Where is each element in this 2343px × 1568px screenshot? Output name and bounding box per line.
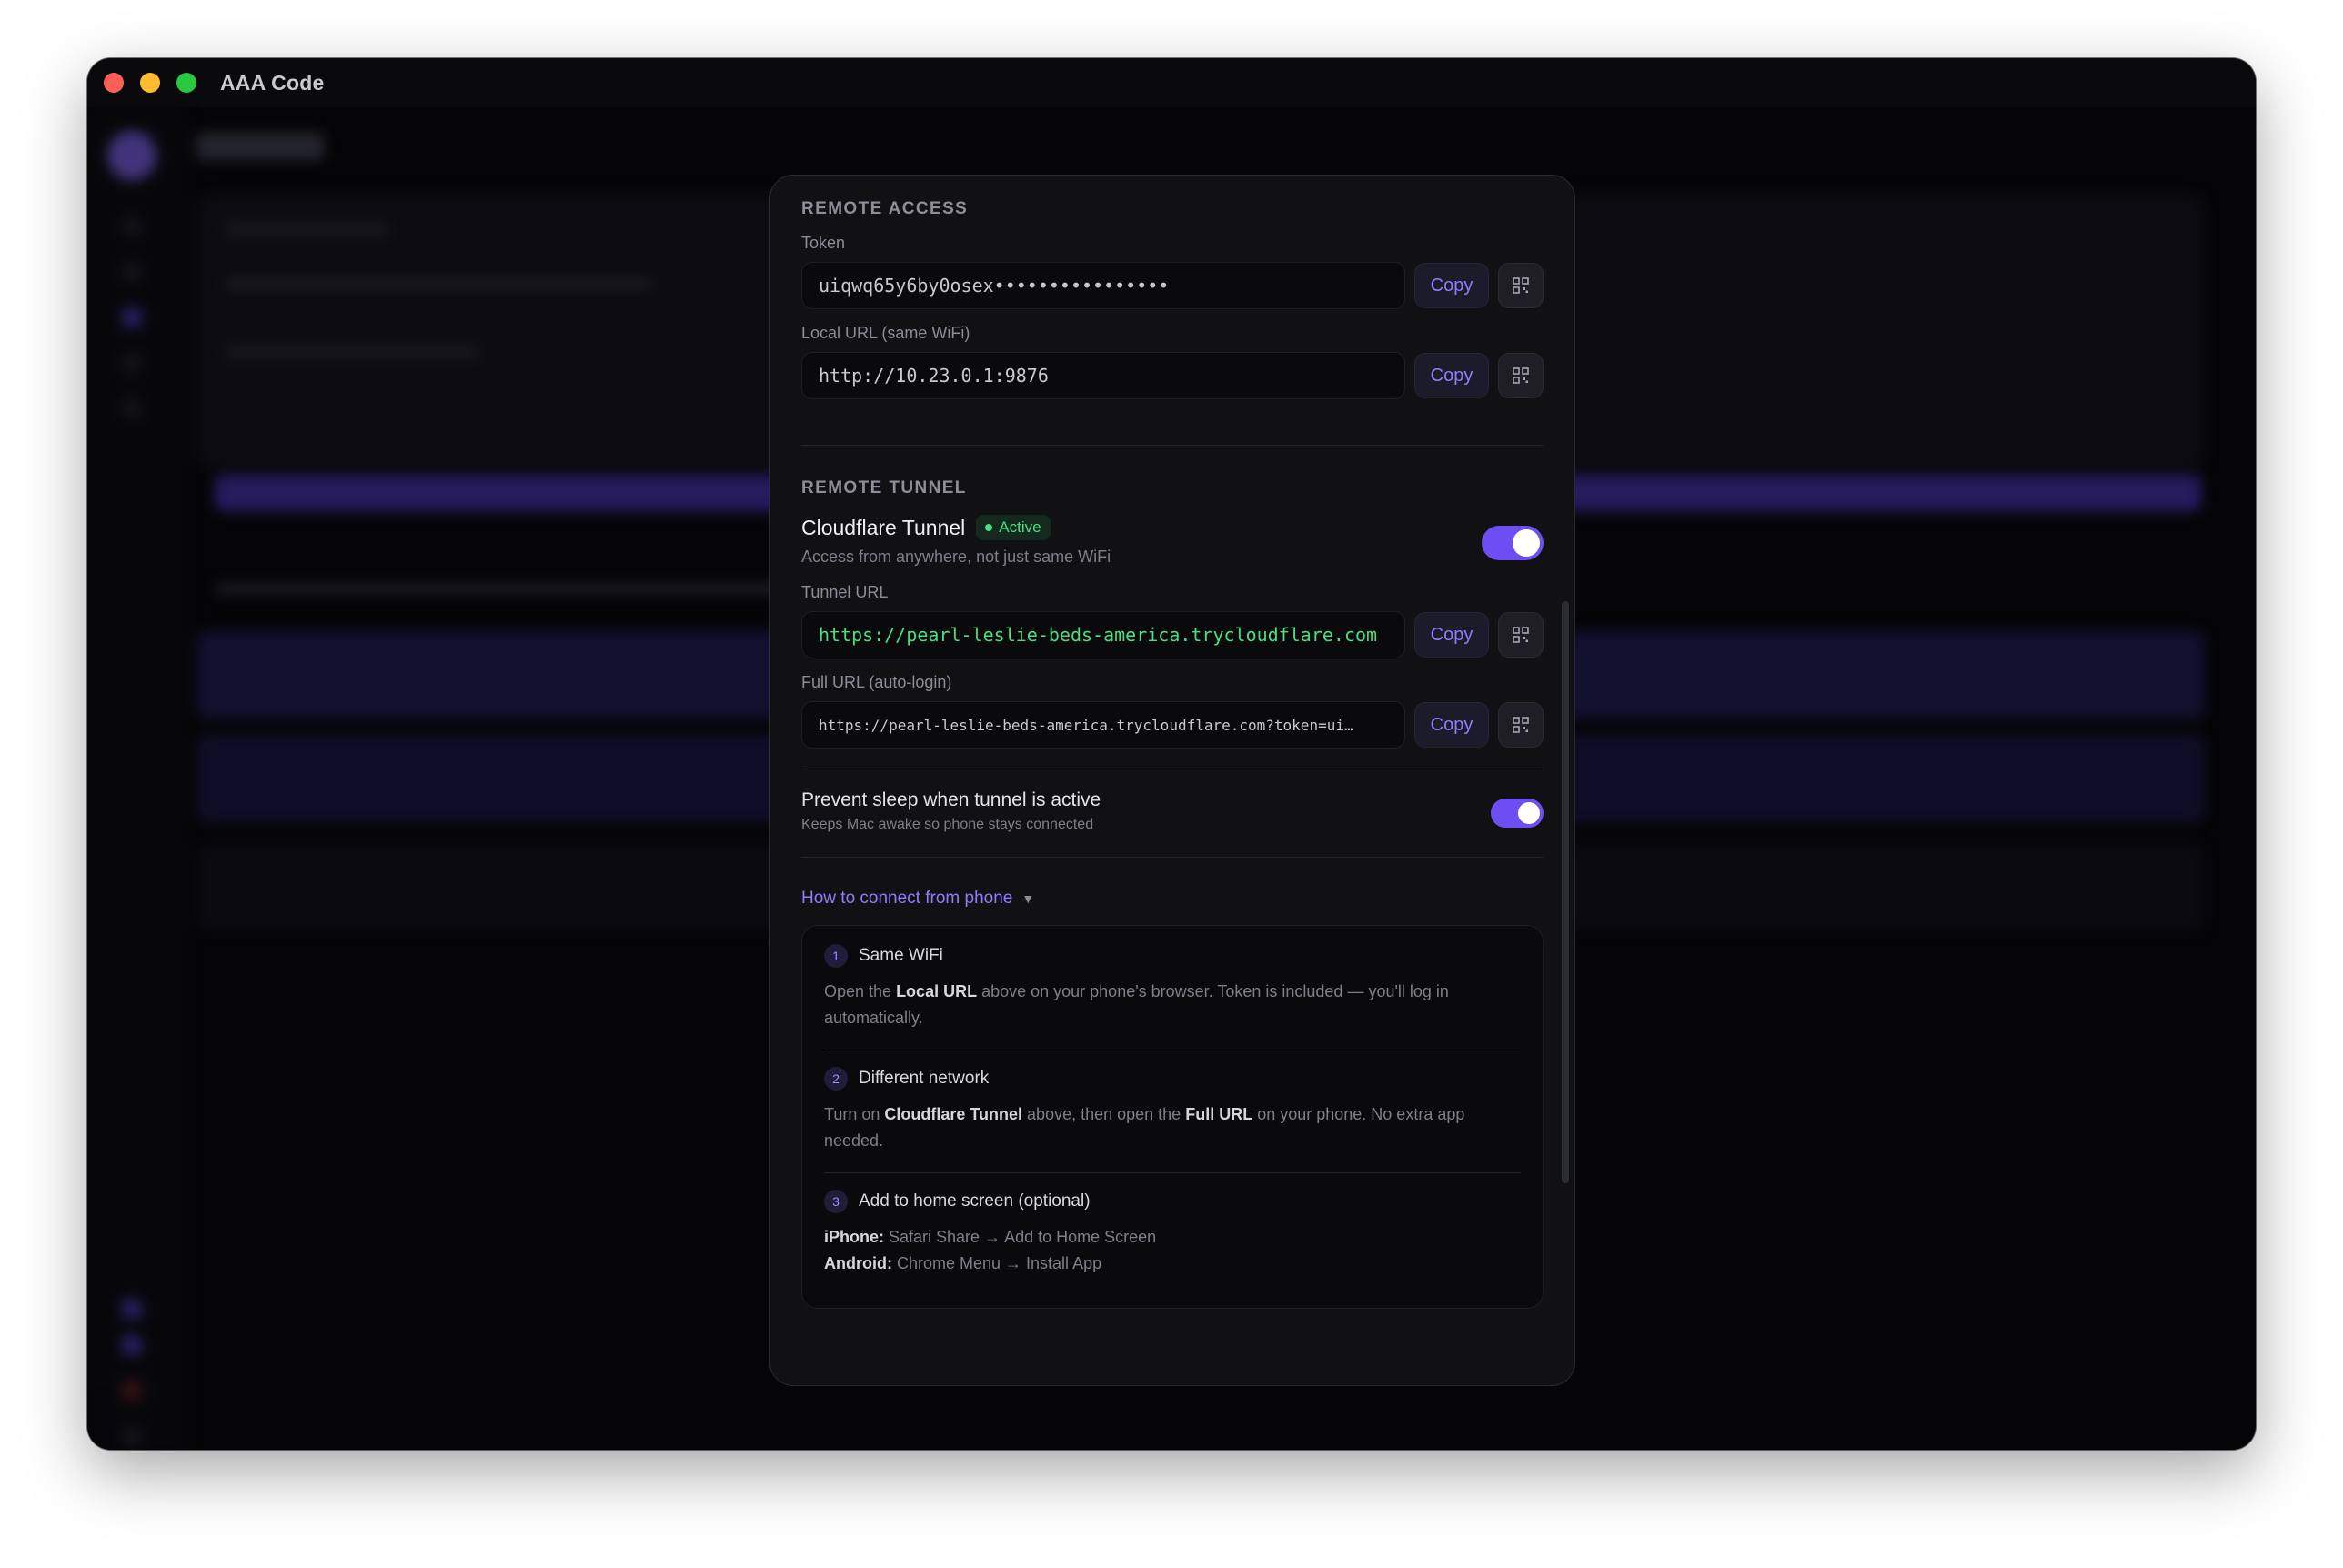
local-url-label: Local URL (same WiFi) [801, 324, 970, 342]
status-badge: Active [976, 515, 1051, 540]
qr-code-icon [1513, 627, 1529, 643]
step-description: iPhone: Safari Share → Add to Home Scree… [824, 1224, 1521, 1277]
copy-full-url-button[interactable]: Copy [1414, 702, 1489, 748]
background-nav-icon [122, 1335, 142, 1355]
window-title: AAA Code [220, 70, 325, 95]
qr-code-icon [1513, 717, 1529, 733]
token-row: uiqwq65y6by0osex•••••••••••••••• Copy [801, 262, 1544, 309]
full-url-label: Full URL (auto-login) [801, 673, 952, 691]
step-add-to-home-screen: 3 Add to home screen (optional) iPhone: … [824, 1172, 1521, 1295]
android-instructions: Chrome Menu → Install App [891, 1254, 1102, 1272]
section-divider [801, 857, 1544, 858]
step-description: Turn on Cloudflare Tunnel above, then op… [824, 1105, 1465, 1150]
local-url-field[interactable]: http://10.23.0.1:9876 [801, 352, 1405, 399]
minimize-window-button[interactable] [140, 73, 160, 93]
toggle-knob [1513, 529, 1540, 557]
status-dot-icon [985, 524, 993, 531]
chevron-down-icon: ▼ [1021, 891, 1035, 906]
prevent-sleep-title: Prevent sleep when tunnel is active [801, 789, 1101, 810]
token-qr-button[interactable] [1498, 263, 1544, 308]
zoom-window-button[interactable] [176, 73, 196, 93]
prevent-sleep-row: Prevent sleep when tunnel is active Keep… [801, 789, 1544, 833]
copy-local-url-button[interactable]: Copy [1414, 353, 1489, 398]
token-field[interactable]: uiqwq65y6by0osex•••••••••••••••• [801, 262, 1405, 309]
how-to-steps-card: 1 Same WiFi Open the Local URL above on … [801, 925, 1544, 1309]
step-number-badge: 3 [824, 1190, 848, 1213]
background-text [215, 582, 797, 595]
background-heading [196, 133, 324, 160]
background-sidebar [87, 107, 187, 1450]
android-label: Android: [824, 1254, 892, 1272]
background-nav-icon [122, 262, 142, 282]
remote-access-section-title: REMOTE ACCESS [801, 199, 969, 218]
app-window: AAA Code REMOTE ACCESS Token uiqwq65y6by… [87, 58, 2256, 1450]
how-to-connect-link[interactable]: How to connect from phone [801, 889, 1012, 909]
iphone-instructions: Safari Share → Add to Home Screen [884, 1228, 1157, 1246]
how-to-connect-toggle[interactable]: How to connect from phone ▼ [801, 889, 1544, 909]
step-title: Different network [859, 1069, 990, 1088]
step-number-badge: 1 [824, 944, 848, 968]
local-url-qr-button[interactable] [1498, 353, 1544, 398]
panel-scrollbar[interactable] [1562, 601, 1569, 1183]
background-nav-icon [122, 1381, 142, 1401]
copy-tunnel-url-button[interactable]: Copy [1414, 612, 1489, 658]
step-number-badge: 2 [824, 1067, 848, 1091]
local-url-row: http://10.23.0.1:9876 Copy [801, 352, 1544, 399]
cloudflare-tunnel-toggle[interactable] [1482, 526, 1544, 560]
cloudflare-tunnel-header: Cloudflare Tunnel Active Access from any… [801, 515, 1544, 567]
tunnel-url-value: https://pearl-leslie-beds-america.tryclo… [819, 624, 1378, 646]
local-url-value: http://10.23.0.1:9876 [819, 365, 1049, 387]
token-label: Token [801, 234, 846, 252]
avatar [107, 131, 156, 180]
remote-tunnel-section-title: REMOTE TUNNEL [801, 478, 967, 498]
prevent-sleep-description: Keeps Mac awake so phone stays connected [801, 817, 1094, 832]
step-title: Same WiFi [859, 946, 943, 965]
token-value: uiqwq65y6by0osex•••••••••••••••• [819, 275, 1170, 297]
titlebar: AAA Code [87, 58, 2256, 107]
full-url-row: https://pearl-leslie-beds-america.tryclo… [801, 701, 1544, 749]
full-url-field[interactable]: https://pearl-leslie-beds-america.tryclo… [801, 701, 1405, 749]
background-nav-icon [122, 216, 142, 236]
background-nav-icon [122, 398, 142, 418]
background-nav-icon [122, 1426, 142, 1446]
qr-code-icon [1513, 367, 1529, 384]
step-different-network: 2 Different network Turn on Cloudflare T… [824, 1050, 1521, 1172]
background-nav-icon [122, 1299, 142, 1319]
cloudflare-tunnel-title-row: Cloudflare Tunnel Active [801, 515, 1111, 540]
close-window-button[interactable] [104, 73, 124, 93]
status-badge-label: Active [999, 518, 1041, 536]
copy-token-button[interactable]: Copy [1414, 263, 1489, 308]
tunnel-url-field[interactable]: https://pearl-leslie-beds-america.tryclo… [801, 611, 1405, 658]
full-url-qr-button[interactable] [1498, 702, 1544, 748]
cloudflare-tunnel-name: Cloudflare Tunnel [801, 515, 966, 539]
section-divider [801, 445, 1544, 446]
prevent-sleep-toggle[interactable] [1491, 799, 1544, 828]
tunnel-url-qr-button[interactable] [1498, 612, 1544, 658]
step-title: Add to home screen (optional) [859, 1191, 1091, 1211]
background-nav-icon [122, 353, 142, 373]
step-description: Open the Local URL above on your phone's… [824, 982, 1449, 1027]
background-nav-icon [122, 307, 142, 327]
full-url-value: https://pearl-leslie-beds-america.tryclo… [819, 716, 1353, 734]
tunnel-url-label: Tunnel URL [801, 583, 889, 601]
traffic-lights [104, 73, 196, 93]
cloudflare-tunnel-description: Access from anywhere, not just same WiFi [801, 548, 1111, 566]
toggle-knob [1518, 802, 1540, 824]
step-same-wifi: 1 Same WiFi Open the Local URL above on … [824, 944, 1521, 1050]
qr-code-icon [1513, 277, 1529, 294]
tunnel-url-row: https://pearl-leslie-beds-america.tryclo… [801, 611, 1544, 658]
iphone-label: iPhone: [824, 1228, 884, 1246]
remote-access-panel: REMOTE ACCESS Token uiqwq65y6by0osex••••… [769, 175, 1575, 1386]
